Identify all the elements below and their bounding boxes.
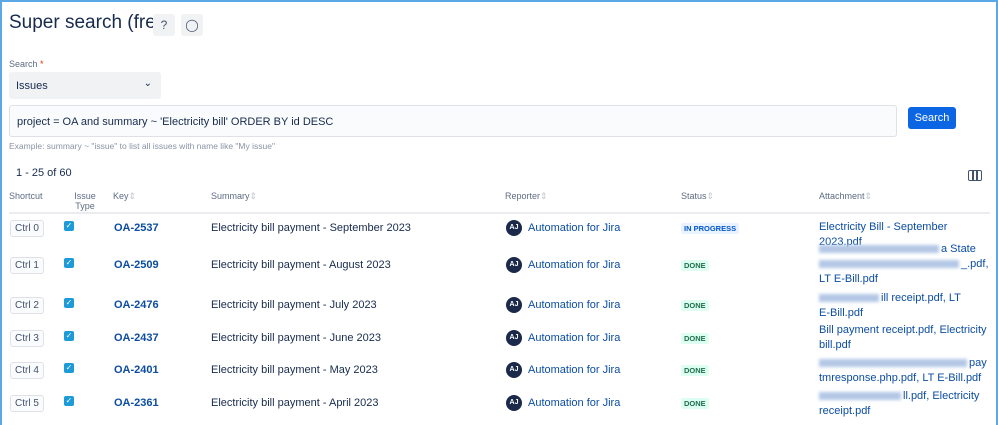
search-button[interactable]: Search bbox=[908, 107, 956, 129]
attachment-text: bill.pdf bbox=[819, 339, 851, 351]
summary: Electricity bill payment - August 2023 bbox=[211, 259, 391, 271]
tips-button[interactable]: ◯ bbox=[181, 14, 203, 36]
attachment-text: ill receipt.pdf, LT bbox=[881, 292, 961, 304]
query-input[interactable]: project = OA and summary ~ 'Electricity … bbox=[9, 105, 897, 137]
attachment-text: pay bbox=[969, 357, 987, 369]
lightbulb-icon: ◯ bbox=[185, 18, 199, 32]
result-count: 1 - 25 of 60 bbox=[16, 167, 72, 179]
avatar: AJ bbox=[506, 257, 522, 273]
search-type-select[interactable]: Issues ⌄ bbox=[9, 72, 161, 99]
status-badge: DONE bbox=[681, 300, 709, 311]
task-type-icon: ✓ bbox=[64, 396, 74, 406]
col-reporter-label: Reporter bbox=[505, 191, 541, 201]
task-type-icon: ✓ bbox=[64, 331, 74, 341]
sort-icon: ⇕ bbox=[864, 191, 873, 201]
col-attachment[interactable]: Attachment⇕ bbox=[819, 191, 872, 202]
search-label-text: Search bbox=[9, 59, 38, 69]
task-type-icon: ✓ bbox=[64, 363, 74, 373]
required-marker: * bbox=[40, 59, 44, 69]
avatar: AJ bbox=[506, 220, 522, 236]
redacted-text bbox=[819, 392, 901, 401]
attachment-text: a State bbox=[941, 243, 976, 255]
query-text: project = OA and summary ~ 'Electricity … bbox=[17, 116, 334, 128]
summary: Electricity bill payment - July 2023 bbox=[211, 299, 377, 311]
sort-icon: ⇕ bbox=[540, 191, 548, 201]
search-type-value: Issues bbox=[16, 80, 48, 92]
shortcut-button[interactable]: Ctrl 3 bbox=[10, 330, 44, 347]
redacted-text bbox=[819, 359, 967, 368]
issue-key-link[interactable]: OA-2509 bbox=[114, 259, 159, 271]
issue-key-link[interactable]: OA-2361 bbox=[114, 397, 159, 409]
col-status-label: Status bbox=[681, 191, 707, 201]
summary: Electricity bill payment - September 202… bbox=[211, 222, 411, 234]
status-badge: DONE bbox=[681, 398, 709, 409]
sort-icon: ⇕ bbox=[128, 191, 137, 201]
attachment-text: ll.pdf, Electricity bbox=[903, 390, 980, 402]
summary: Electricity bill payment - May 2023 bbox=[211, 364, 378, 376]
attachment-text: receipt.pdf bbox=[819, 405, 871, 417]
reporter-link[interactable]: Automation for Jira bbox=[528, 332, 620, 344]
reporter-link[interactable]: Automation for Jira bbox=[528, 299, 620, 311]
chevron-down-icon: ⌄ bbox=[143, 78, 152, 89]
status-badge: DONE bbox=[681, 260, 709, 271]
attachment-text: tmresponse.php.pdf, LT E-Bill.pdf bbox=[819, 372, 982, 384]
attachment-text: LT E-Bill.pdf bbox=[819, 273, 878, 285]
attachment-links[interactable]: a State _.pdf, LT E-Bill.pdf bbox=[819, 242, 991, 287]
task-type-icon: ✓ bbox=[64, 221, 74, 231]
issue-key-link[interactable]: OA-2401 bbox=[114, 364, 159, 376]
col-status[interactable]: Status⇕ bbox=[681, 191, 714, 202]
search-label: Search * bbox=[9, 59, 44, 69]
shortcut-button[interactable]: Ctrl 0 bbox=[10, 220, 44, 237]
attachment-links[interactable]: ll.pdf, Electricity receipt.pdf bbox=[819, 389, 991, 419]
sort-icon: ⇕ bbox=[249, 191, 258, 201]
task-type-icon: ✓ bbox=[64, 298, 74, 308]
status-badge: DONE bbox=[681, 333, 709, 344]
attachment-text: E-Bill.pdf bbox=[819, 307, 864, 319]
col-shortcut: Shortcut bbox=[9, 191, 43, 201]
col-reporter[interactable]: Reporter⇕ bbox=[505, 191, 548, 202]
shortcut-button[interactable]: Ctrl 5 bbox=[10, 395, 44, 412]
col-key[interactable]: Key⇕ bbox=[113, 191, 136, 202]
redacted-text bbox=[819, 245, 939, 254]
issue-key-link[interactable]: OA-2537 bbox=[114, 222, 159, 234]
col-issue-type[interactable]: Issue Type bbox=[72, 191, 98, 211]
task-type-icon: ✓ bbox=[64, 258, 74, 268]
help-button[interactable]: ? bbox=[153, 14, 175, 36]
col-attachment-label: Attachment bbox=[819, 191, 865, 201]
sort-icon: ⇕ bbox=[706, 191, 715, 201]
issue-key-link[interactable]: OA-2476 bbox=[114, 299, 159, 311]
issue-key-link[interactable]: OA-2437 bbox=[114, 332, 159, 344]
attachment-links[interactable]: ill receipt.pdf, LT E-Bill.pdf bbox=[819, 291, 991, 321]
reporter-link[interactable]: Automation for Jira bbox=[528, 364, 620, 376]
col-summary-label: Summary bbox=[211, 191, 250, 201]
summary: Electricity bill payment - June 2023 bbox=[211, 332, 381, 344]
attachment-text: Bill payment receipt.pdf, Electricity bbox=[819, 324, 987, 336]
redacted-text bbox=[819, 294, 879, 303]
shortcut-button[interactable]: Ctrl 1 bbox=[10, 257, 44, 274]
help-icon: ? bbox=[160, 18, 168, 32]
shortcut-button[interactable]: Ctrl 2 bbox=[10, 297, 44, 314]
avatar: AJ bbox=[506, 297, 522, 313]
page-title: Super search (free) bbox=[9, 12, 173, 33]
avatar: AJ bbox=[506, 395, 522, 411]
reporter-link[interactable]: Automation for Jira bbox=[528, 222, 620, 234]
reporter-link[interactable]: Automation for Jira bbox=[528, 259, 620, 271]
reporter-link[interactable]: Automation for Jira bbox=[528, 397, 620, 409]
summary: Electricity bill payment - April 2023 bbox=[211, 397, 379, 409]
col-key-label: Key bbox=[113, 191, 129, 201]
columns-icon[interactable] bbox=[968, 170, 982, 181]
status-badge: DONE bbox=[681, 365, 709, 376]
avatar: AJ bbox=[506, 330, 522, 346]
redacted-text bbox=[819, 260, 959, 269]
attachment-links[interactable]: pay tmresponse.php.pdf, LT E-Bill.pdf bbox=[819, 356, 991, 386]
attachment-text: _.pdf, bbox=[961, 258, 989, 270]
attachment-links[interactable]: Bill payment receipt.pdf, Electricity bi… bbox=[819, 323, 991, 353]
status-badge: IN PROGRESS bbox=[681, 223, 740, 234]
header-divider bbox=[9, 212, 990, 214]
col-summary[interactable]: Summary⇕ bbox=[211, 191, 257, 202]
avatar: AJ bbox=[506, 362, 522, 378]
query-hint: Example: summary ~ "issue" to list all i… bbox=[9, 141, 275, 151]
shortcut-button[interactable]: Ctrl 4 bbox=[10, 362, 44, 379]
